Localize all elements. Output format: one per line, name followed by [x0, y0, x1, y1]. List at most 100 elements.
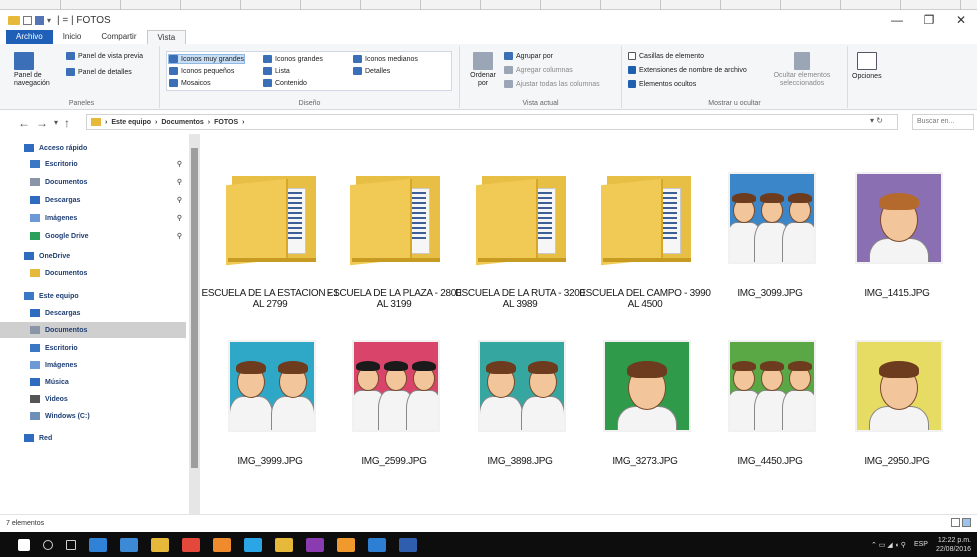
- chevron-down-icon[interactable]: ▾: [47, 16, 51, 25]
- sidebar-item[interactable]: Documentos ⚲: [0, 174, 186, 190]
- sidebar-item[interactable]: Descargas: [0, 305, 186, 321]
- sidebar-item[interactable]: Windows (C:): [0, 408, 186, 424]
- search-icon[interactable]: [43, 539, 53, 550]
- layout-details[interactable]: Detalles: [353, 67, 390, 75]
- windows-start-icon[interactable]: [18, 538, 30, 551]
- tab-compartir[interactable]: Compartir: [91, 30, 146, 44]
- folder-item[interactable]: ESCUELA DEL CAMPO - 3990 AL 4500: [575, 144, 715, 310]
- onenote-icon[interactable]: [306, 537, 324, 552]
- breadcrumb-fotos[interactable]: FOTOS: [214, 119, 238, 126]
- image-file-item[interactable]: IMG_2950.JPG: [827, 312, 967, 467]
- image-file-item[interactable]: IMG_3999.JPG: [200, 312, 340, 467]
- group-by-button[interactable]: Agrupar por: [504, 52, 553, 60]
- window-title: | = | FOTOS: [57, 14, 111, 26]
- item-name: IMG_2950.JPG: [864, 456, 930, 467]
- layout-list[interactable]: Lista: [263, 67, 290, 75]
- tray-icons[interactable]: ⌃ ▭ ◢ ◖ ⚲: [871, 541, 906, 549]
- nav-pane-button[interactable]: Panel de navegación: [14, 52, 56, 88]
- item-checkboxes-toggle[interactable]: Casillas de elemento: [628, 52, 704, 60]
- sidebar-item[interactable]: Escritorio ⚲: [0, 156, 186, 172]
- sidebar-item[interactable]: Documentos: [0, 265, 186, 281]
- layout-content[interactable]: Contenido: [263, 79, 307, 87]
- image-file-item[interactable]: IMG_3099.JPG: [700, 144, 840, 299]
- refresh-icon[interactable]: ▾ ↻: [870, 116, 883, 125]
- sidebar-item[interactable]: Imágenes: [0, 357, 186, 373]
- image-file-item[interactable]: IMG_3898.JPG: [450, 312, 590, 467]
- back-arrow-icon[interactable]: ←: [18, 116, 30, 130]
- sidebar-item[interactable]: Música: [0, 374, 186, 390]
- layout-extra-large-icons[interactable]: Iconos muy grandes: [167, 54, 246, 64]
- layout-item-label: Mosaicos: [181, 79, 211, 87]
- folder-item[interactable]: ESCUELA DE LA ESTACION - 1 AL 2799: [200, 144, 340, 310]
- details-pane-button[interactable]: Panel de detalles: [66, 68, 132, 76]
- properties-icon[interactable]: [23, 15, 32, 25]
- close-button[interactable]: ✕: [945, 10, 977, 30]
- firefox-icon[interactable]: [213, 537, 231, 552]
- hidden-items-toggle[interactable]: Elementos ocultos: [628, 80, 696, 88]
- up-arrow-icon[interactable]: ↑: [64, 116, 70, 130]
- tab-vista[interactable]: Vista: [146, 30, 187, 44]
- sidebar-item[interactable]: Imágenes ⚲: [0, 210, 186, 226]
- sidebar-item[interactable]: Acceso rápido: [0, 140, 186, 156]
- skype-icon[interactable]: [244, 537, 262, 552]
- fit-columns-button[interactable]: Ajustar todas las columnas: [504, 80, 600, 88]
- sort-by-button[interactable]: Ordenar por: [468, 52, 498, 88]
- sidebar-item[interactable]: Este equipo: [0, 288, 186, 304]
- explorer-icon[interactable]: [151, 537, 169, 552]
- options-button[interactable]: Opciones: [852, 52, 882, 80]
- maximize-button[interactable]: ❐: [913, 10, 945, 30]
- edge-icon[interactable]: [89, 537, 107, 552]
- recent-chevron-icon[interactable]: ▾: [54, 116, 58, 130]
- item-thumbnail: [324, 312, 464, 432]
- large-icons-view-icon[interactable]: [962, 518, 971, 527]
- sidebar-item[interactable]: Videos: [0, 391, 186, 407]
- layout-small-icons[interactable]: Iconos pequeños: [169, 67, 234, 75]
- minimize-button[interactable]: —: [881, 10, 913, 30]
- folder-item[interactable]: ESCUELA DE LA PLAZA - 2800 AL 3199: [324, 144, 464, 310]
- language-indicator[interactable]: ESP: [914, 541, 928, 548]
- word-icon[interactable]: [399, 537, 417, 552]
- sidebar-item[interactable]: Descargas ⚲: [0, 192, 186, 208]
- hide-selected-button[interactable]: Ocultar elementos seleccionados: [772, 52, 832, 88]
- sidebar-item[interactable]: Google Drive ⚲: [0, 228, 186, 244]
- layout-item-label: Iconos grandes: [275, 55, 323, 63]
- sidebar-item[interactable]: Escritorio: [0, 340, 186, 356]
- breadcrumb-documentos[interactable]: Documentos: [161, 119, 203, 126]
- sidebar-item[interactable]: Documentos: [0, 322, 186, 338]
- pin-icon: ⚲: [176, 215, 182, 222]
- sidebar-item[interactable]: Red: [0, 430, 186, 446]
- layout-large-icons[interactable]: Iconos grandes: [263, 55, 323, 63]
- tab-archivo[interactable]: Archivo: [6, 30, 53, 44]
- item-name: IMG_3099.JPG: [737, 288, 803, 299]
- image-file-item[interactable]: IMG_3273.JPG: [575, 312, 715, 467]
- folder-icon[interactable]: [275, 537, 293, 552]
- task-view-icon[interactable]: [66, 539, 76, 550]
- breadcrumb-este-equipo[interactable]: Este equipo: [111, 119, 151, 126]
- preview-pane-button[interactable]: Panel de vista previa: [66, 52, 143, 60]
- hide-selected-label: Ocultar elementos seleccionados: [773, 72, 831, 87]
- item-name: ESCUELA DEL CAMPO - 3990 AL 4500: [579, 288, 711, 310]
- chrome-icon[interactable]: [182, 537, 200, 552]
- add-columns-button[interactable]: Agregar columnas: [504, 66, 573, 74]
- layout-tiles[interactable]: Mosaicos: [169, 79, 211, 87]
- image-file-item[interactable]: IMG_1415.JPG: [827, 144, 967, 299]
- folder-item[interactable]: ESCUELA DE LA RUTA - 3200 AL 3989: [450, 144, 590, 310]
- layout-medium-icons[interactable]: Iconos medianos: [353, 55, 418, 63]
- address-bar[interactable]: › Este equipo › Documentos › FOTOS ›: [86, 114, 898, 130]
- nav-scrollbar[interactable]: [189, 134, 200, 514]
- sidebar-item[interactable]: OneDrive: [0, 248, 186, 264]
- illustrator-icon[interactable]: [337, 537, 355, 552]
- pin-icon: ⚲: [176, 197, 182, 204]
- clock[interactable]: 12:22 p.m. 22/08/2016: [936, 536, 971, 554]
- file-extensions-toggle[interactable]: Extensiones de nombre de archivo: [628, 66, 747, 74]
- details-view-icon[interactable]: [951, 518, 960, 527]
- photoshop-icon[interactable]: [368, 537, 386, 552]
- search-input[interactable]: Buscar en...: [912, 114, 974, 130]
- image-file-item[interactable]: IMG_2599.JPG: [324, 312, 464, 467]
- forward-arrow-icon[interactable]: →: [36, 116, 48, 130]
- tab-inicio[interactable]: Inicio: [53, 30, 92, 44]
- store-icon[interactable]: [120, 537, 138, 552]
- new-folder-icon[interactable]: [35, 15, 44, 25]
- nav-scrollbar-thumb[interactable]: [191, 148, 198, 468]
- image-file-item[interactable]: IMG_4450.JPG: [700, 312, 840, 467]
